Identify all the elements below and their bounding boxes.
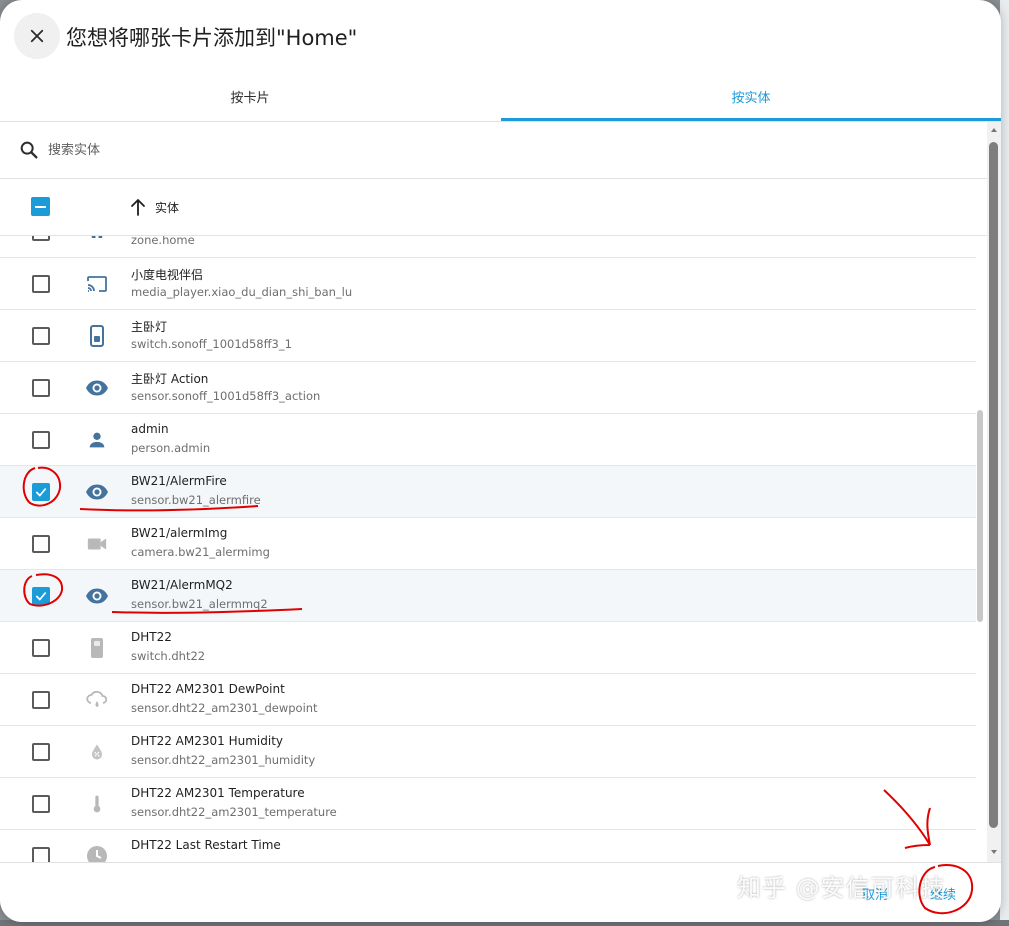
cast-icon	[84, 271, 110, 297]
row-checkbox-checked[interactable]	[32, 587, 50, 605]
search-bar	[0, 122, 1001, 179]
list-item[interactable]: zone.home	[0, 236, 976, 258]
entity-name: 主卧灯 Action	[131, 372, 209, 386]
row-checkbox[interactable]	[32, 847, 50, 862]
check-icon	[35, 591, 47, 601]
dialog-footer: 取消 继续	[0, 862, 1001, 922]
scrollbar-thumb[interactable]	[989, 142, 998, 828]
entity-id: media_player.xiao_du_dian_shi_ban_lu	[131, 285, 353, 299]
close-icon	[30, 29, 44, 43]
entity-name: DHT22 AM2301 Temperature	[131, 786, 305, 800]
entity-list: zone.home 小度电视伴侣 media_player.xiao_du_di…	[0, 236, 987, 862]
list-item[interactable]: DHT22 AM2301 Temperature sensor.dht22_am…	[0, 778, 976, 830]
scroll-down-icon[interactable]	[988, 846, 1000, 858]
close-button[interactable]	[14, 13, 60, 59]
thermometer-icon	[84, 791, 110, 817]
add-card-dialog: 您想将哪张卡片添加到"Home" 按卡片 按实体 实体 zone.home	[0, 0, 1001, 922]
dialog-header: 您想将哪张卡片添加到"Home"	[0, 0, 1001, 72]
row-checkbox[interactable]	[32, 379, 50, 397]
switch-icon	[84, 323, 110, 349]
person-icon	[84, 427, 110, 453]
tab-by-entity[interactable]: 按实体	[501, 72, 1001, 121]
row-checkbox[interactable]	[32, 795, 50, 813]
entity-id: zone.home	[131, 236, 195, 247]
entity-id: sensor.bw21_alermfire	[131, 493, 261, 507]
entity-name: BW21/AlermMQ2	[131, 578, 233, 592]
row-checkbox[interactable]	[32, 431, 50, 449]
entity-id: sensor.bw21_alermmq2	[131, 597, 268, 611]
list-item[interactable]: DHT22 switch.dht22	[0, 622, 976, 674]
entity-name: 主卧灯	[131, 320, 168, 334]
list-item[interactable]: DHT22 AM2301 DewPoint sensor.dht22_am230…	[0, 674, 976, 726]
arrow-up-icon[interactable]	[130, 198, 146, 216]
entity-name: DHT22 Last Restart Time	[131, 838, 281, 852]
entity-name: 小度电视伴侣	[131, 268, 204, 282]
entity-name: admin	[131, 422, 169, 436]
tab-bar: 按卡片 按实体	[0, 72, 1001, 122]
row-checkbox[interactable]	[32, 327, 50, 345]
row-checkbox[interactable]	[32, 275, 50, 293]
cancel-button[interactable]: 取消	[862, 881, 888, 905]
check-icon	[35, 487, 47, 497]
search-input[interactable]	[48, 138, 648, 162]
list-item[interactable]: BW21/alermImg camera.bw21_alermimg	[0, 518, 976, 570]
list-item[interactable]: 小度电视伴侣 media_player.xiao_du_dian_shi_ban…	[0, 258, 976, 310]
select-all-checkbox[interactable]	[31, 197, 50, 216]
list-item[interactable]: BW21/AlermFire sensor.bw21_alermfire	[0, 466, 976, 518]
eye-icon	[84, 479, 110, 505]
entity-id: sensor.dht22_am2301_humidity	[131, 753, 316, 767]
tab-by-card[interactable]: 按卡片	[0, 72, 500, 121]
background-page	[1000, 0, 1009, 926]
dewpoint-icon	[84, 687, 110, 713]
table-header	[0, 179, 987, 236]
eye-icon	[84, 375, 110, 401]
entity-id: sensor.dht22_am2301_temperature	[131, 805, 337, 819]
list-item[interactable]: DHT22 AM2301 Humidity sensor.dht22_am230…	[0, 726, 976, 778]
entity-id: sensor.dht22_am2301_dewpoint	[131, 701, 318, 715]
switch-off-icon	[84, 635, 110, 661]
entity-id: person.admin	[131, 441, 211, 455]
entity-name: DHT22 AM2301 Humidity	[131, 734, 284, 748]
row-checkbox[interactable]	[32, 236, 50, 241]
inner-scrollbar[interactable]	[977, 410, 983, 622]
scroll-up-icon[interactable]	[988, 124, 1000, 136]
humidity-icon	[84, 739, 110, 765]
row-checkbox[interactable]	[32, 691, 50, 709]
continue-button[interactable]: 继续	[930, 881, 956, 905]
dialog-title: 您想将哪张卡片添加到"Home"	[66, 26, 358, 50]
list-item[interactable]: admin person.admin	[0, 414, 976, 466]
list-item[interactable]: DHT22 Last Restart Time	[0, 830, 976, 862]
entity-id: switch.sonoff_1001d58ff3_1	[131, 337, 292, 351]
entity-name: DHT22	[131, 630, 172, 644]
active-tab-indicator	[501, 118, 1001, 121]
entity-id: sensor.sonoff_1001d58ff3_action	[131, 389, 321, 403]
entity-name: BW21/alermImg	[131, 526, 228, 540]
column-header-entity[interactable]: 实体	[155, 199, 179, 216]
zone-icon	[84, 236, 110, 245]
search-icon	[20, 141, 38, 159]
row-checkbox-checked[interactable]	[32, 483, 50, 501]
eye-icon	[84, 583, 110, 609]
row-checkbox[interactable]	[32, 535, 50, 553]
list-item[interactable]: 主卧灯 Action sensor.sonoff_1001d58ff3_acti…	[0, 362, 976, 414]
clock-icon	[84, 843, 110, 862]
row-checkbox[interactable]	[32, 639, 50, 657]
entity-name: DHT22 AM2301 DewPoint	[131, 682, 285, 696]
row-checkbox[interactable]	[32, 743, 50, 761]
list-item[interactable]: 主卧灯 switch.sonoff_1001d58ff3_1	[0, 310, 976, 362]
camera-icon	[84, 531, 110, 557]
entity-id: camera.bw21_alermimg	[131, 545, 270, 559]
entity-name: BW21/AlermFire	[131, 474, 227, 488]
entity-id: switch.dht22	[131, 649, 206, 663]
list-item[interactable]: BW21/AlermMQ2 sensor.bw21_alermmq2	[0, 570, 976, 622]
